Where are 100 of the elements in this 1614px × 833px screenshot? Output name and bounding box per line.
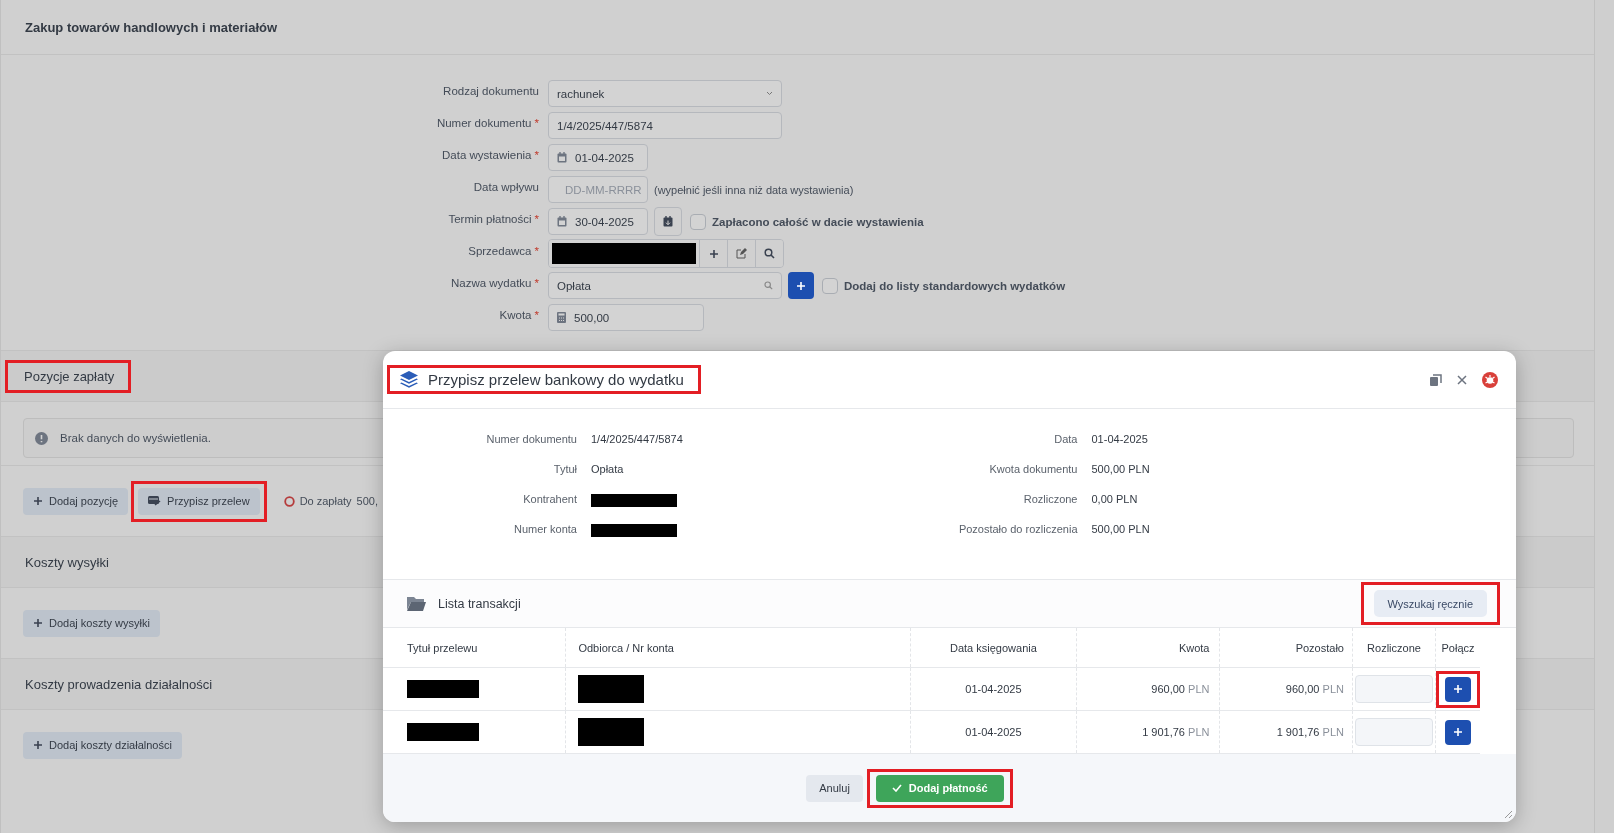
- calendar-button[interactable]: [654, 207, 682, 236]
- field-label: Data wystawienia: [442, 149, 532, 161]
- connect-button[interactable]: [1445, 676, 1471, 702]
- calendar-icon: [663, 216, 673, 227]
- input-field[interactable]: [1355, 718, 1433, 746]
- card-icon: [148, 496, 162, 506]
- amount-value: 960,00: [1151, 683, 1185, 695]
- detail-value: 1/4/2025/447/5874: [591, 433, 683, 445]
- date-field[interactable]: 30-04-2025: [548, 208, 648, 235]
- calendar-icon: [557, 216, 567, 227]
- detail-label: Kwota dokumentu: [988, 462, 1078, 477]
- detail-label: Data: [1053, 432, 1078, 447]
- folder-icon: [407, 596, 426, 611]
- detail-value: 0,00 PLN: [1091, 493, 1138, 505]
- checkbox[interactable]: [822, 277, 838, 294]
- info-icon: [35, 431, 48, 445]
- required-mark: *: [534, 245, 539, 257]
- column-header: Odbiorca / Nr konta: [578, 641, 674, 654]
- column-header: Połącz: [1441, 641, 1475, 654]
- section-title: Koszty wysyłki: [25, 554, 109, 570]
- copy-icon[interactable]: [1430, 373, 1442, 386]
- calculator-icon: [557, 312, 566, 323]
- checkbox[interactable]: [690, 213, 706, 230]
- column-header: Rozliczone: [1367, 641, 1421, 654]
- field-label: Kwota: [499, 309, 532, 321]
- field-label: Rodzaj dokumentu: [443, 85, 539, 97]
- detail-value: 500,00 PLN: [1091, 463, 1150, 475]
- plus-icon: [796, 280, 806, 291]
- plus-icon: [708, 248, 719, 259]
- plus-icon: [33, 618, 43, 628]
- detail-label: Rozliczone: [1022, 492, 1078, 507]
- currency-label: PLN: [1322, 726, 1344, 738]
- detail-value: Opłata: [591, 463, 624, 475]
- input-field[interactable]: [1355, 675, 1433, 703]
- date-field[interactable]: 01-04-2025: [548, 144, 648, 171]
- page-title: Zakup towarów handlowych i materiałów: [25, 19, 278, 35]
- balance-value: 500,: [356, 495, 379, 507]
- connect-button[interactable]: [1445, 719, 1471, 745]
- currency-label: PLN: [1322, 683, 1344, 695]
- action-button[interactable]: Dodaj pozycję: [23, 487, 129, 515]
- field-label: Sprzedawca: [468, 245, 532, 257]
- action-button[interactable]: Dodaj koszty działalności: [23, 731, 182, 759]
- currency-label: PLN: [1188, 683, 1210, 695]
- search-icon: [764, 281, 773, 290]
- field-label: Data wpływu: [473, 181, 539, 193]
- action-button[interactable]: Przypisz przelew: [138, 487, 260, 515]
- search-icon: [764, 248, 775, 259]
- field-hint: (wypełnić jeśli inna niż data wystawienia): [654, 183, 854, 196]
- currency-label: PLN: [1188, 726, 1210, 738]
- document-type-select[interactable]: rachunek: [548, 80, 782, 107]
- checkbox-label: Dodaj do listy standardowych wydatków: [844, 279, 1066, 292]
- plus-icon: [1453, 684, 1463, 694]
- required-mark: *: [534, 213, 539, 225]
- required-mark: *: [534, 117, 539, 129]
- amount-field[interactable]: 500,00: [548, 304, 704, 331]
- resize-grip-icon[interactable]: [1504, 810, 1513, 819]
- amount-value: 1 901,76: [1142, 726, 1185, 738]
- alert-text: Brak danych do wyświetlenia.: [60, 432, 211, 444]
- plus-icon: [1453, 727, 1463, 737]
- list-title: Lista transakcji: [438, 596, 521, 611]
- input-field[interactable]: 1/4/2025/447/5874: [548, 112, 782, 139]
- column-header: Kwota: [1178, 641, 1210, 654]
- search-button[interactable]: [755, 240, 783, 267]
- layers-icon: [400, 371, 418, 388]
- action-button[interactable]: Dodaj koszty wysyłki: [23, 609, 160, 637]
- seller-field[interactable]: [548, 239, 784, 268]
- detail-label: Pozostało do rozliczenia: [957, 522, 1078, 537]
- column-header: Tytuł przelewu: [407, 641, 478, 654]
- required-mark: *: [534, 309, 539, 321]
- search-manually-button[interactable]: Wyszukaj ręcznie: [1373, 590, 1487, 617]
- detail-label: Kontrahent: [522, 492, 577, 507]
- required-mark: *: [534, 149, 539, 161]
- section-title: Koszty prowadzenia działalności: [25, 676, 213, 692]
- expense-name-field[interactable]: Opłata: [548, 272, 782, 299]
- detail-value: 01-04-2025: [1091, 433, 1148, 445]
- detail-value: 500,00 PLN: [1091, 523, 1150, 535]
- bug-icon[interactable]: [1482, 371, 1498, 388]
- amount-value: 960,00: [1285, 683, 1320, 695]
- column-header: Pozostało: [1295, 641, 1344, 654]
- amount-value: 1 901,76: [1276, 726, 1320, 738]
- field-label: Termin płatności: [448, 213, 532, 225]
- dialog-title: Przypisz przelew bankowy do wydatku: [428, 371, 684, 388]
- field-label: Numer dokumentu: [436, 117, 532, 129]
- detail-label: Numer dokumentu: [485, 432, 577, 447]
- cancel-button[interactable]: Anuluj: [806, 774, 863, 802]
- add-button[interactable]: [788, 272, 814, 299]
- field-label: Nazwa wydatku: [450, 277, 532, 289]
- close-icon[interactable]: [1457, 374, 1467, 385]
- status-circle-icon: [283, 495, 295, 507]
- plus-icon: [33, 496, 43, 506]
- calendar-icon: [557, 152, 567, 163]
- check-icon: [891, 784, 902, 792]
- chevron-icon: [766, 91, 773, 96]
- checkbox-label: Zapłacono całość w dacie wystawienia: [712, 215, 924, 228]
- detail-label: Tytuł: [552, 462, 577, 477]
- table-cell: 01-04-2025: [965, 726, 1022, 738]
- section-title: Pozycje zapłaty: [24, 368, 115, 384]
- balance-label: Do zapłaty: [299, 495, 352, 507]
- edit-icon: [736, 248, 747, 259]
- column-header: Data księgowania: [950, 641, 1037, 654]
